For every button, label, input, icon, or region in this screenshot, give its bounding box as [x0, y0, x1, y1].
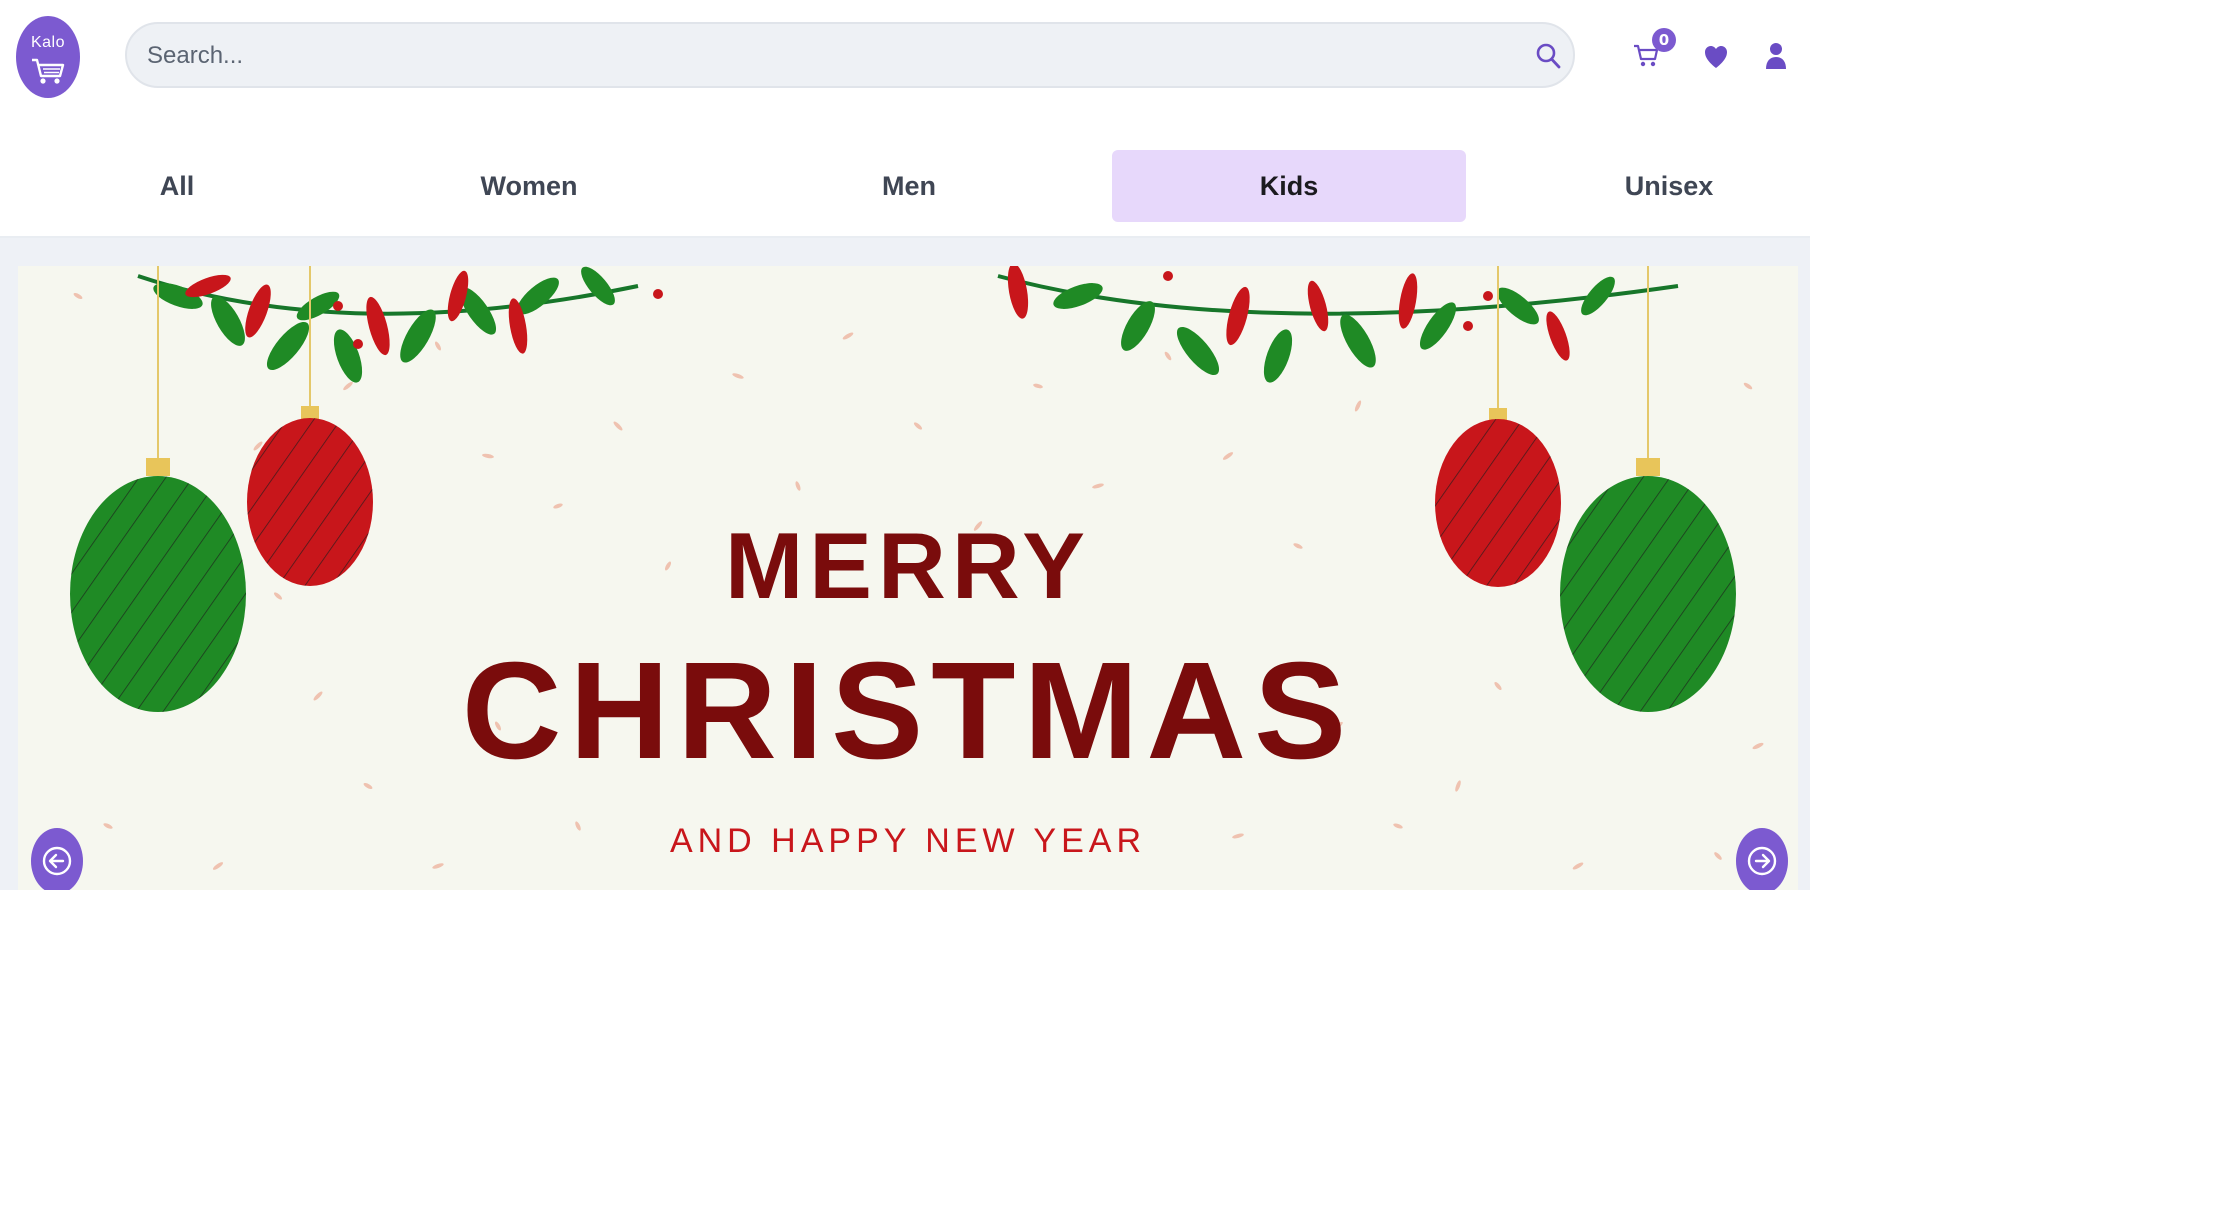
banner-carousel: MERRY CHRISTMAS AND HAPPY NEW YEAR	[0, 238, 1810, 890]
tab-men[interactable]: Men	[732, 150, 1086, 222]
christmas-banner: MERRY CHRISTMAS AND HAPPY NEW YEAR	[18, 266, 1798, 890]
arrow-left-circle-icon	[42, 846, 72, 876]
left-garland	[137, 266, 663, 383]
right-ornaments	[1435, 266, 1736, 712]
banner-title-merry: MERRY	[725, 513, 1091, 618]
category-tabs: All Women Men Kids Unisex	[0, 150, 1810, 222]
cart-logo-icon	[32, 58, 65, 84]
search-bar	[125, 22, 1575, 88]
carousel-prev-button[interactable]	[31, 828, 83, 890]
tab-unisex[interactable]: Unisex	[1492, 150, 1846, 222]
logo-text: Kalo	[30, 34, 66, 51]
search-input[interactable]	[145, 34, 1489, 78]
right-garland	[997, 266, 1679, 383]
banner-title-christmas: CHRISTMAS	[462, 634, 1354, 788]
cart-count-badge: 0	[1652, 28, 1676, 52]
header: Kalo 0	[0, 0, 1810, 114]
banner-illustration: MERRY CHRISTMAS AND HAPPY NEW YEAR	[70, 266, 1764, 870]
logo[interactable]: Kalo	[16, 16, 80, 98]
left-ornaments	[70, 266, 373, 712]
tab-kids[interactable]: Kids	[1112, 150, 1466, 222]
tab-all[interactable]: All	[0, 150, 354, 222]
banner-subtitle: AND HAPPY NEW YEAR	[670, 822, 1146, 860]
app: Kalo 0	[0, 0, 1810, 890]
arrow-right-circle-icon	[1747, 846, 1777, 876]
heart-icon[interactable]	[1703, 44, 1729, 70]
tab-women[interactable]: Women	[352, 150, 706, 222]
carousel-next-button[interactable]	[1736, 828, 1788, 890]
search-icon[interactable]	[1535, 41, 1563, 71]
user-icon[interactable]	[1764, 42, 1788, 70]
